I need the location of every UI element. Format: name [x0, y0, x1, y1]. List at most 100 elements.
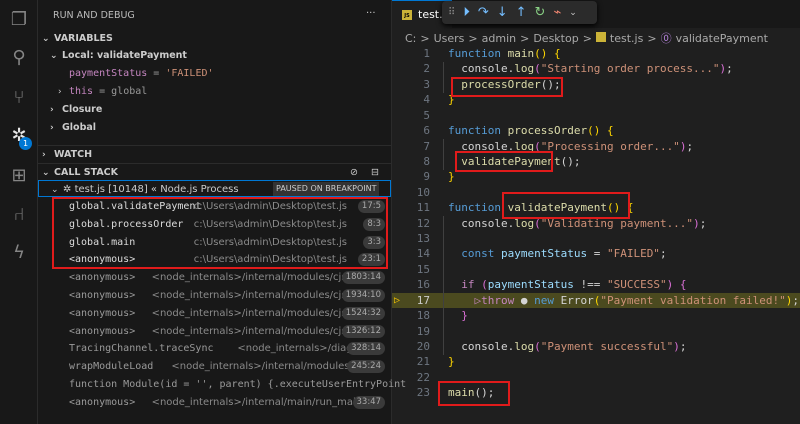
collapse-all-icon[interactable]: ⊟	[371, 164, 379, 181]
call-stack-frame[interactable]: <anonymous> <node_internals>/internal/mod…	[38, 269, 391, 286]
continue-icon[interactable]: ⏵	[463, 5, 470, 20]
code-line[interactable]: 8 validatePayment();	[392, 154, 800, 169]
breadcrumb-item[interactable]: C:	[405, 32, 416, 45]
code-line[interactable]: 17 ▷throw ● new Error("Payment validatio…	[392, 292, 800, 309]
breadcrumb-item[interactable]: Desktop	[533, 32, 578, 45]
extensions-icon[interactable]: ⊞	[7, 164, 31, 188]
frame-position-badge: 328:14	[347, 342, 385, 356]
line-number: 6	[423, 124, 430, 138]
code-token: "Payment validation failed!"	[600, 293, 786, 307]
line-number: 18	[416, 309, 430, 323]
code-token: )	[693, 216, 700, 230]
code-line[interactable]: 11 function validatePayment() {	[392, 200, 800, 215]
call-stack-frame[interactable]: <anonymous> c:\Users\admin\Desktop\test.j…	[38, 251, 391, 268]
code-line[interactable]: 15	[392, 262, 800, 277]
frame-position-badge: 23:1	[357, 253, 385, 267]
code-token: {	[626, 201, 634, 215]
restart-icon[interactable]: ↻	[535, 5, 546, 20]
search-icon[interactable]: ⚲	[7, 46, 31, 70]
line-number: 16	[416, 278, 430, 292]
call-stack-frame[interactable]: <anonymous> <node_internals>/internal/mod…	[38, 323, 391, 340]
editor: JS test.js ⠿ ⏵ ↷ ↓ ↑ ↻ ⌁ ⌄ C: > Users > admin…	[392, 0, 800, 424]
call-stack-frame[interactable]: global.validatePayment c:\Users\admin\Des…	[38, 198, 391, 215]
code-line[interactable]: 1 function main() {	[392, 46, 800, 61]
step-into-icon[interactable]: ↓	[497, 5, 508, 20]
line-number: 10	[416, 185, 430, 199]
call-stack-frame[interactable]: <anonymous> <node_internals>/internal/mod…	[38, 287, 391, 304]
code-token: (	[481, 278, 488, 292]
variable-name: this	[69, 86, 94, 97]
variable-paymentStatus[interactable]: paymentStatus = 'FAILED'	[38, 65, 391, 82]
code-line[interactable]: 12 console.log("Validating payment...");	[392, 216, 800, 231]
code-line[interactable]: 4}	[392, 92, 800, 107]
step-over-icon[interactable]: ↷	[478, 5, 489, 20]
chevron-down-icon[interactable]: ⌄	[569, 8, 577, 18]
source-control-icon[interactable]: ⑂	[7, 86, 31, 110]
scope-global[interactable]: › Global	[38, 119, 391, 136]
code-line[interactable]: 20 console.log("Payment successful");	[392, 339, 800, 354]
drag-handle-icon[interactable]: ⠿	[448, 7, 455, 18]
frame-path: c:\Users\admin\Desktop\test.js	[193, 254, 347, 266]
call-stack-frame[interactable]: global.main c:\Users\admin\Desktop\test.j…	[38, 234, 391, 251]
breadcrumb-item[interactable]: validatePayment	[676, 32, 768, 45]
line-number: 23	[416, 386, 430, 400]
code-line[interactable]: 21}	[392, 354, 800, 369]
scope-label: Global	[62, 122, 97, 133]
step-out-icon[interactable]: ↑	[516, 5, 527, 20]
git-graph-icon[interactable]: ⑁	[7, 203, 31, 227]
frame-position-badge: 33:47	[352, 395, 385, 409]
explorer-icon[interactable]: ❐	[7, 8, 31, 32]
code-token: "SUCCESS"	[606, 278, 667, 292]
line-number: 19	[416, 324, 430, 338]
call-stack-label: CALL STACK	[54, 167, 119, 178]
code-line[interactable]: 10	[392, 185, 800, 200]
scope-closure[interactable]: › Closure	[38, 101, 391, 118]
breadcrumb-item[interactable]: Users	[434, 32, 465, 45]
frame-position-badge: 1524:32	[341, 306, 385, 320]
code-line[interactable]: 16 if (paymentStatus !== "SUCCESS") {	[392, 277, 800, 292]
code-line[interactable]: 9}	[392, 169, 800, 184]
frame-function: global.processOrder	[69, 218, 184, 230]
call-stack-frame[interactable]: <anonymous> <node_internals>/internal/mai…	[38, 394, 391, 411]
code-token: function	[448, 201, 508, 215]
variable-name: paymentStatus	[69, 68, 148, 79]
lightning-icon[interactable]: ϟ	[7, 241, 31, 265]
variable-value: 'FAILED'	[165, 68, 214, 79]
variables-label: VARIABLES	[54, 33, 113, 44]
watch-section-header[interactable]: › WATCH	[38, 145, 391, 162]
code-line[interactable]: 18 }	[392, 308, 800, 323]
code-line[interactable]: 14 const paymentStatus = "FAILED";	[392, 246, 800, 261]
breadcrumb-separator: >	[647, 32, 657, 45]
code-line[interactable]: 7 console.log("Processing order...");	[392, 139, 800, 154]
process-row[interactable]: ⌄ ✲ test.js [10148] « Node.js Process PAU…	[38, 180, 391, 197]
variable-this[interactable]: › this = global	[38, 83, 391, 100]
code-token: const	[448, 247, 501, 261]
code-line[interactable]: 13	[392, 231, 800, 246]
code-line[interactable]: 2 console.log("Starting order process...…	[392, 61, 800, 76]
toggle-breakpoints-icon[interactable]: ⊘	[350, 164, 358, 181]
scope-local[interactable]: ⌄ Local: validatePayment	[38, 47, 391, 64]
call-stack-section-header[interactable]: ⌄ CALL STACK ⊘ ⊟	[38, 163, 391, 180]
code-token: function	[448, 47, 508, 60]
more-actions-button[interactable]: ···	[366, 5, 386, 22]
breadcrumb-item[interactable]: admin	[482, 32, 516, 45]
call-stack-frame[interactable]: wrapModuleLoad <node_internals>/internal/…	[38, 358, 391, 375]
disconnect-icon[interactable]: ⌁	[553, 5, 561, 20]
variables-section-header[interactable]: ⌄ VARIABLES	[38, 30, 391, 47]
frame-function: <anonymous>	[69, 272, 136, 284]
code-line[interactable]: 19	[392, 324, 800, 339]
breadcrumb-item[interactable]: test.js	[610, 32, 643, 45]
code-token: "Payment successful"	[540, 339, 674, 353]
code-line[interactable]: 23 main();	[392, 385, 800, 400]
call-stack-frame[interactable]: <anonymous> <node_internals>/internal/mod…	[38, 305, 391, 322]
call-stack-frame[interactable]: function Module(id = '', parent) {.execu…	[38, 376, 406, 393]
code-line[interactable]: 5	[392, 108, 800, 123]
code-line[interactable]: 22	[392, 370, 800, 385]
code-line[interactable]: 6 function processOrder() {	[392, 123, 800, 138]
code-line[interactable]: 3 processOrder();	[392, 77, 800, 92]
call-stack-frame[interactable]: TracingChannel.traceSync <node_internals>…	[38, 340, 391, 357]
breakpoint-paused-icon[interactable]: ▷	[394, 293, 400, 308]
call-stack-frame[interactable]: global.processOrder c:\Users\admin\Deskto…	[38, 216, 391, 233]
breadcrumb-separator: >	[420, 32, 430, 45]
code-token: }	[448, 355, 455, 369]
